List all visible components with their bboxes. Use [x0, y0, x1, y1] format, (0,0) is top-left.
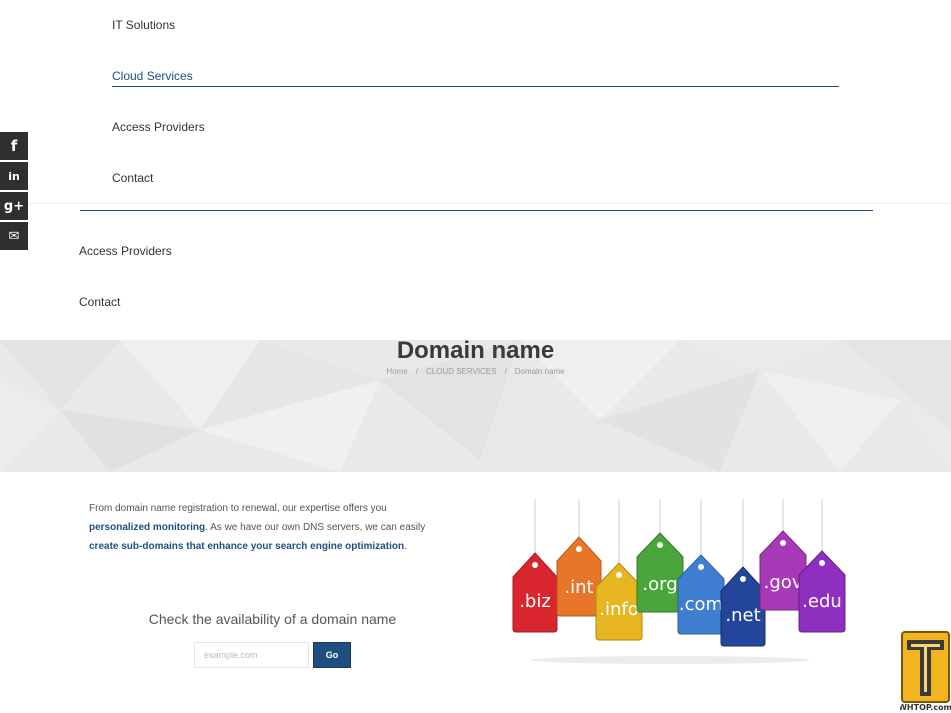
intro-highlight: personalized monitoring — [89, 522, 206, 533]
tag-info-label: .info — [599, 599, 638, 620]
googleplus-icon[interactable]: g+ — [0, 192, 28, 220]
breadcrumb-separator: / — [504, 367, 507, 376]
facebook-icon[interactable]: f — [0, 132, 28, 160]
tag-edu-label: .edu — [802, 591, 842, 612]
intro-text: . As we have our own DNS servers, we can… — [205, 522, 426, 533]
intro-highlight: create sub-domains that enhance your sea… — [89, 541, 405, 552]
breadcrumb-current: Domain name — [514, 367, 565, 376]
active-underline — [112, 86, 839, 87]
tag-biz: .biz — [512, 552, 558, 633]
intro-text: From domain name registration to renewal… — [89, 503, 387, 514]
tag-com: .com — [677, 554, 725, 635]
domain-check-title: Check the availability of a domain name — [148, 611, 397, 627]
submenu-item-it-solutions[interactable]: IT Solutions — [112, 18, 175, 32]
tag-net: .net — [720, 566, 766, 647]
menu-item-contact[interactable]: Contact — [79, 295, 120, 309]
submenu-item-access-providers[interactable]: Access Providers — [112, 120, 205, 134]
tag-org: .org — [636, 532, 684, 613]
tag-org-label: .org — [642, 574, 677, 595]
domain-tags-illustration: .biz .int .info .org .com .net .gov .edu — [512, 499, 846, 664]
tag-com-label: .com — [679, 594, 723, 615]
breadcrumb-separator: / — [415, 367, 418, 376]
linkedin-icon[interactable]: in — [0, 162, 28, 190]
menu-divider — [0, 203, 951, 204]
page-title: Domain name — [396, 337, 555, 364]
whtop-watermark-logo: WHTOP.com — [900, 631, 951, 712]
tag-gov-label: .gov — [764, 572, 803, 593]
domain-search-input[interactable] — [194, 642, 309, 668]
intro-paragraph: From domain name registration to renewal… — [89, 499, 439, 556]
tag-info: .info — [595, 562, 643, 641]
breadcrumb-cloud-services[interactable]: CLOUD SERVICES — [426, 367, 497, 376]
submenu-item-cloud-services[interactable]: Cloud Services — [112, 69, 193, 83]
tag-biz-label: .biz — [519, 591, 551, 612]
email-icon[interactable]: ✉ — [0, 222, 28, 250]
intro-text: . — [404, 541, 407, 552]
watermark-text: WHTOP.com — [900, 703, 951, 712]
menu-item-access-providers[interactable]: Access Providers — [79, 244, 172, 258]
tag-int: .int — [556, 536, 602, 617]
breadcrumb-home[interactable]: Home — [386, 367, 407, 376]
submenu-item-contact[interactable]: Contact — [112, 171, 153, 185]
tag-int-label: .int — [564, 577, 593, 598]
breadcrumb: Home / CLOUD SERVICES / Domain name — [0, 367, 951, 376]
go-button[interactable]: Go — [313, 642, 351, 668]
tag-net-label: .net — [725, 605, 760, 626]
menu-underline — [80, 210, 873, 211]
